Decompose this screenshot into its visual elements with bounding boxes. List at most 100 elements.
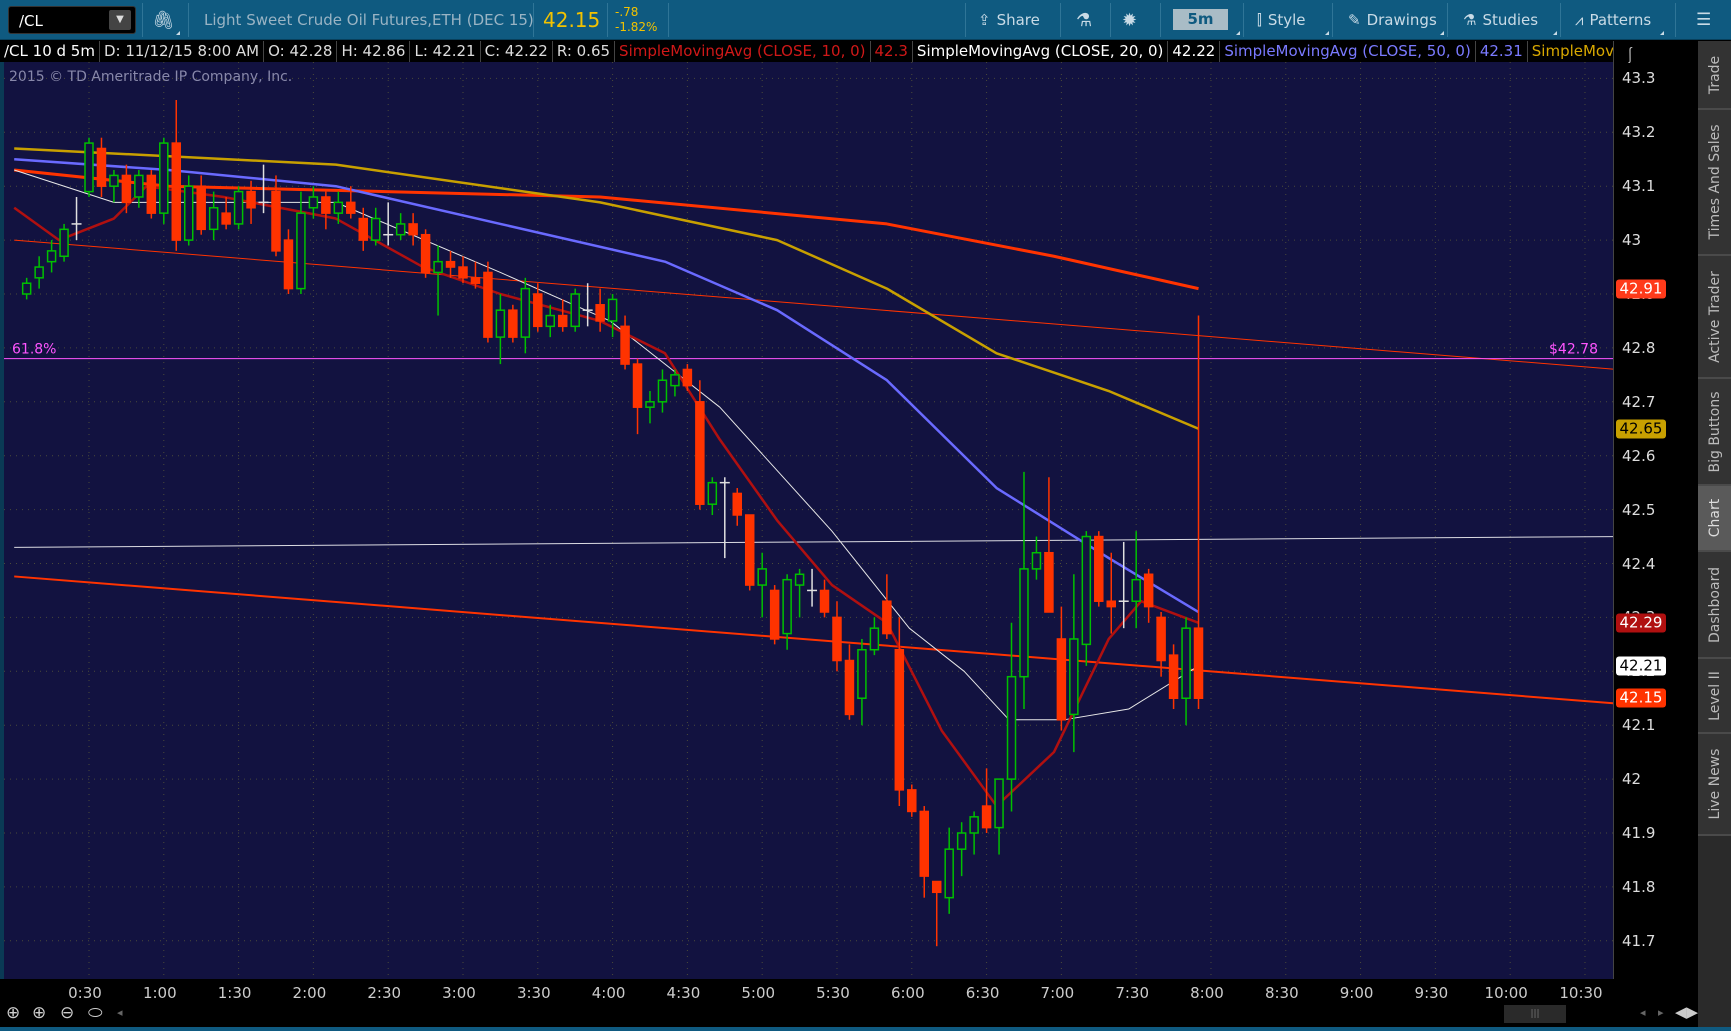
patterns-button[interactable]: ⩘ Patterns <box>1575 0 1651 40</box>
time-axis-label: 2:00 <box>292 984 327 1002</box>
flask-icon[interactable]: ⚗ <box>1076 0 1092 40</box>
candle-down <box>408 223 418 236</box>
price-axis-label: 41.7 <box>1622 931 1656 950</box>
bar-high: H: 42.86 <box>337 41 411 62</box>
sma10-label[interactable]: SimpleMovingAvg (CLOSE, 10, 0) <box>615 41 871 62</box>
side-tab-active-trader[interactable]: Active Trader <box>1698 256 1731 379</box>
side-tab-live-news[interactable]: Live News <box>1698 734 1731 836</box>
gear-icon[interactable]: ✹ <box>1122 0 1137 40</box>
scroll-left-icon[interactable]: ◂ <box>117 1006 123 1019</box>
candle-down <box>1056 638 1067 721</box>
candle-down <box>732 492 743 516</box>
sma20-label[interactable]: SimpleMovingAvg (CLOSE, 20, 0) <box>913 41 1169 62</box>
time-axis-label: 4:30 <box>666 984 701 1002</box>
time-axis-label: 0:30 <box>68 984 102 1002</box>
candle-down <box>470 277 481 284</box>
zoom-out-icon[interactable]: ⊖ <box>60 1003 74 1023</box>
price-axis-label: 43.1 <box>1622 177 1656 196</box>
style-button[interactable]: ⫿ Style <box>1257 0 1306 40</box>
sma50-label[interactable]: SimpleMovingAvg (CLOSE, 50, 0) <box>1220 41 1476 62</box>
time-axis-label: 10:30 <box>1559 984 1603 1002</box>
patterns-label: Patterns <box>1589 11 1652 29</box>
candle-down <box>508 309 518 338</box>
drawings-button[interactable]: ✎ Drawings <box>1348 0 1437 40</box>
candle-down <box>283 239 294 290</box>
price-chart[interactable]: 61.8% $42.78 <box>4 62 1613 979</box>
candle-down <box>894 648 905 791</box>
studies-button[interactable]: ⚗ Studies <box>1463 0 1538 40</box>
candle-down <box>221 212 231 225</box>
candle-up <box>570 293 580 328</box>
candle-down <box>483 271 493 338</box>
side-tab-label: Level II <box>1706 670 1723 721</box>
candle-down <box>96 147 107 187</box>
time-axis-label: 3:30 <box>516 984 551 1002</box>
share-button[interactable]: ⇪ Share <box>978 0 1040 40</box>
price-badge: 42.65 <box>1616 419 1666 439</box>
sma50-value: 42.31 <box>1476 41 1528 62</box>
chart-plot-area[interactable]: 61.8% $42.78 <box>0 62 1613 979</box>
expand-icon[interactable]: ◀▶ <box>1675 1003 1698 1021</box>
chevron-down-icon[interactable]: ▼ <box>109 10 131 30</box>
fibonacci-price-label: $42.78 <box>1549 342 1598 358</box>
link-icon[interactable]: 🖇 <box>152 0 175 40</box>
price-axis-label: 42.4 <box>1622 554 1656 573</box>
side-tab-label: Big Buttons <box>1706 390 1723 473</box>
side-tab-big-buttons[interactable]: Big Buttons <box>1698 379 1731 486</box>
instrument-title: Light Sweet Crude Oil Futures,ETH (DEC 1… <box>204 11 534 29</box>
pencil-icon: ✎ <box>1348 11 1361 29</box>
price-axis-label: 43 <box>1622 231 1642 250</box>
candle-up <box>208 207 219 231</box>
window-border <box>0 1027 1731 1031</box>
symbol-period: /CL 10 d 5m <box>0 41 100 62</box>
axis-scale-icon[interactable]: ⎰ <box>1622 42 1638 66</box>
candle-up <box>370 217 381 241</box>
zoom-in-icon[interactable]: ⊕ <box>32 1003 46 1023</box>
side-tab-times-and-sales[interactable]: Times And Sales <box>1698 110 1731 256</box>
patterns-icon: ⩘ <box>1575 11 1584 29</box>
last-price: 42.15 <box>543 8 601 32</box>
bar-open: O: 42.28 <box>264 41 338 62</box>
candle-up <box>495 309 506 338</box>
style-label: Style <box>1267 11 1306 29</box>
side-tab-dashboard[interactable]: Dashboard <box>1698 552 1731 659</box>
drawings-label: Drawings <box>1366 11 1437 29</box>
side-tab-trade[interactable]: Trade <box>1698 41 1731 110</box>
price-axis-label: 41.9 <box>1622 824 1656 842</box>
side-tab-label: Chart <box>1706 498 1723 538</box>
candle-down <box>121 174 132 204</box>
price-axis-label: 42.5 <box>1622 500 1656 519</box>
side-tab-level-ii[interactable]: Level II <box>1698 659 1731 734</box>
candle-down <box>146 174 157 214</box>
candle-up <box>183 185 194 241</box>
candle-down <box>1143 573 1154 608</box>
time-axis-label: 4:00 <box>591 984 626 1002</box>
menu-icon[interactable]: ☰ <box>1696 0 1711 40</box>
candle-up <box>545 314 556 328</box>
candle-up <box>1081 535 1092 646</box>
time-axis-label: 8:30 <box>1264 984 1299 1002</box>
bar-range: R: 0.65 <box>553 41 616 62</box>
ellipse-icon[interactable]: ⬭ <box>88 1003 103 1023</box>
side-tab-chart[interactable]: Chart <box>1698 486 1731 552</box>
crosshair-icon[interactable]: ⊕ <box>6 1003 20 1023</box>
price-axis-label: 42.7 <box>1622 392 1656 411</box>
candle-up <box>159 142 169 214</box>
candle-down <box>695 401 705 505</box>
candle-down <box>246 190 256 209</box>
symbol-input[interactable]: /CL <box>19 12 43 30</box>
candle-up <box>994 778 1004 829</box>
prev-icon[interactable]: ◂ <box>1640 1006 1646 1019</box>
price-axis-label: 43.3 <box>1622 69 1656 88</box>
interval-button[interactable]: 5m <box>1173 9 1228 30</box>
bar-close: C: 42.22 <box>481 41 553 62</box>
symbol-selector[interactable]: /CL ▼ <box>8 6 136 34</box>
candle-down <box>1156 616 1166 662</box>
candle-up <box>134 174 144 198</box>
candle-down <box>1094 535 1104 602</box>
horizontal-scrollbar-thumb[interactable]: ||| <box>1504 1005 1566 1023</box>
candle-down <box>533 293 543 328</box>
next-icon[interactable]: ▸ <box>1658 1006 1664 1019</box>
flask-icon: ⚗ <box>1463 11 1477 29</box>
candle-up <box>657 379 668 403</box>
